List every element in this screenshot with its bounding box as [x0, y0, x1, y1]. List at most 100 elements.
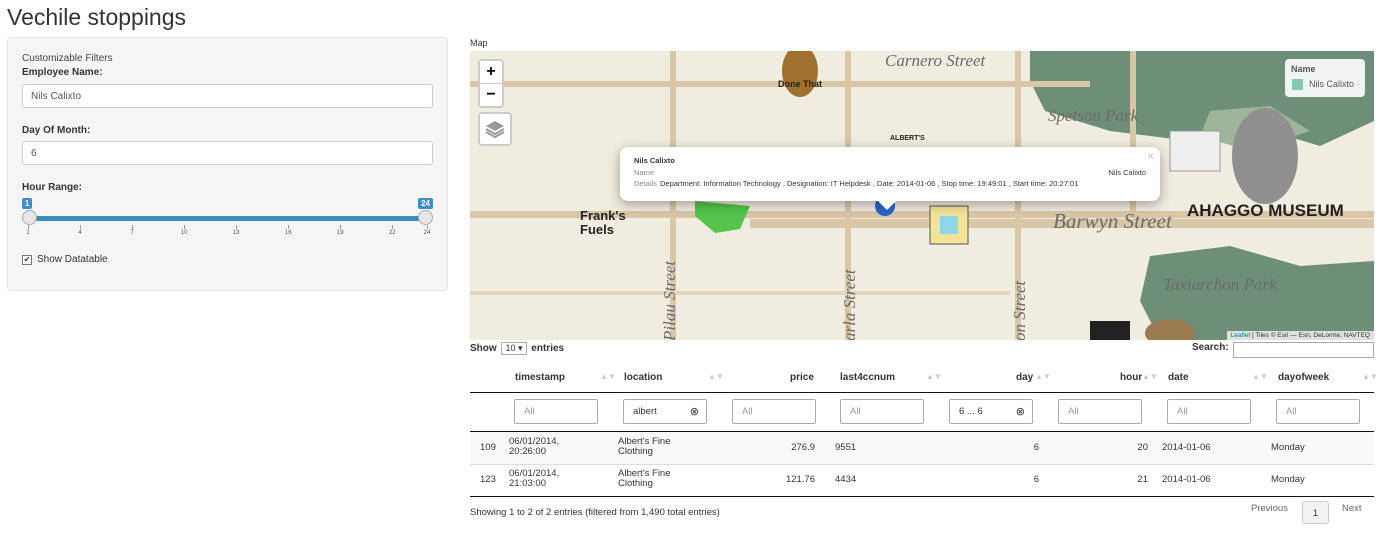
checkbox-icon[interactable]: ✔ [22, 254, 32, 265]
day-filter[interactable]: 6 ... 6 ⊗ [949, 399, 1033, 424]
zoom-control: + − [478, 59, 504, 108]
employee-name-input[interactable]: Nils Calixto [22, 84, 433, 108]
leaflet-link[interactable]: Leaflet [1231, 332, 1251, 339]
sort-icon[interactable]: ▲▼ [708, 372, 724, 381]
column-header[interactable]: location [624, 372, 662, 383]
last4ccnum-cell: 9551 [835, 442, 857, 453]
day-of-month-input[interactable]: 6 [22, 141, 433, 165]
slider-handle-max[interactable] [418, 210, 433, 225]
map-canvas[interactable]: Carnero Street Spetson Park Barwyn Stree… [470, 51, 1374, 340]
filters-caption: Customizable Filters [22, 53, 113, 64]
legend-title: Name [1291, 64, 1316, 74]
sort-icon[interactable]: ▲▼ [1362, 372, 1378, 381]
filter-row: All albert ⊗ All All 6 ... 6 ⊗ All All All [470, 393, 1374, 432]
sort-icon[interactable]: ▲▼ [1252, 372, 1268, 381]
popup-title: Nils Calixto [634, 156, 675, 165]
hour-range-slider[interactable]: 1 24 1 4 7 10 13 16 19 22 24 [22, 198, 433, 242]
date-cell: 2014-01-06 [1162, 442, 1211, 453]
slider-tick [28, 225, 29, 229]
day-cell: 6 [1033, 442, 1039, 453]
street-label: Barwyn Street [1053, 209, 1172, 233]
column-header[interactable]: price [790, 372, 814, 383]
popup-close-icon[interactable]: × [1147, 149, 1154, 163]
row-index: 123 [480, 474, 496, 485]
column-header[interactable]: dayofweek [1278, 372, 1329, 383]
attribution-text: | Tiles © Esri — Esri, DeLorme, NAVTEQ [1250, 332, 1370, 339]
slider-handle-min[interactable] [22, 210, 37, 225]
map-label: Map [470, 38, 488, 48]
map-place-label: ALBERT'S [890, 135, 925, 142]
column-header[interactable]: day [1016, 372, 1033, 383]
location-filter[interactable]: albert ⊗ [623, 399, 707, 424]
hour-filter[interactable]: All [1058, 399, 1142, 424]
column-header[interactable]: hour [1120, 372, 1142, 383]
day-filter-value: 6 ... 6 [959, 406, 983, 417]
sort-icon[interactable]: ▲▼ [1035, 372, 1051, 381]
slider-tick-label: 13 [232, 230, 240, 236]
price-filter[interactable]: All [732, 399, 816, 424]
slider-tick-label: 1 [26, 230, 30, 236]
map-popup: Nils Calixto Name Nils Calixto Details D… [620, 147, 1160, 201]
layers-button[interactable] [478, 112, 512, 146]
day-of-month-label: Day Of Month: [22, 125, 91, 136]
page-length-select[interactable]: 10 ▾ [501, 342, 527, 355]
timestamp-filter[interactable]: All [514, 399, 598, 424]
column-header[interactable]: timestamp [515, 372, 565, 383]
day-cell: 6 [1033, 474, 1039, 485]
slider-tick [80, 225, 82, 229]
timestamp-cell: 06/01/2014, 21:03:00 [509, 468, 560, 489]
legend-value: Nils Calixto [1309, 79, 1355, 89]
slider-tick [288, 225, 290, 229]
location-cell: Albert's Fine Clothing [618, 436, 671, 457]
clear-filter-icon[interactable]: ⊗ [1016, 405, 1025, 418]
slider-ticks: 1 4 7 10 13 16 19 22 24 [26, 225, 430, 237]
page-button-1[interactable]: 1 [1302, 501, 1329, 524]
price-cell: 121.76 [785, 474, 815, 485]
slider-tick [340, 225, 342, 229]
sort-icon[interactable]: ▲▼ [1142, 372, 1158, 381]
hour-max-flag: 24 [418, 198, 433, 209]
hour-min-flag: 1 [22, 198, 33, 209]
street-label: on Street [1010, 280, 1029, 340]
park-label: Taxiarchon Park [1163, 275, 1277, 294]
slider-tick-label: 16 [284, 230, 292, 236]
search-label: Search: [1192, 342, 1229, 353]
sort-icon[interactable]: ▲▼ [926, 372, 942, 381]
show-datatable-toggle[interactable]: ✔ Show Datatable [22, 254, 108, 265]
street-label: Carnero Street [885, 51, 986, 70]
street-label: Pilau Street [660, 260, 679, 340]
popup-details-key: Details [634, 179, 657, 188]
street-label: arla Street [840, 269, 859, 340]
legend-swatch [1292, 79, 1303, 90]
location-filter-value: albert [633, 406, 657, 417]
slider-track[interactable] [28, 216, 427, 221]
slider-tick-label: 22 [388, 230, 396, 236]
map-attribution: Leaflet | Tiles © Esri — Esri, DeLorme, … [1226, 331, 1374, 340]
slider-tick-label: 24 [423, 230, 431, 236]
map-legend: Name Nils Calixto [1285, 59, 1365, 97]
table-header: timestamp ▲▼ location ▲▼ price last4ccnu… [470, 362, 1378, 393]
table-row[interactable]: 109 06/01/2014, 20:26:00 Albert's Fine C… [470, 432, 1374, 465]
hour-range-label: Hour Range: [22, 182, 82, 193]
slider-tick [236, 225, 238, 229]
zoom-out-button[interactable]: − [480, 83, 502, 106]
dayofweek-filter[interactable]: All [1276, 399, 1360, 424]
map-place-label: Frank's Fuels [580, 208, 626, 237]
popup-tip [878, 201, 896, 210]
hour-cell: 21 [1137, 474, 1148, 485]
search-input[interactable] [1233, 342, 1374, 358]
popup-details-value: Department: Information Technology , Des… [660, 179, 1079, 188]
hour-cell: 20 [1137, 442, 1148, 453]
slider-tick-label: 7 [130, 230, 134, 236]
column-header[interactable]: last4ccnum [840, 372, 895, 383]
sort-icon[interactable]: ▲▼ [600, 372, 616, 381]
last4ccnum-filter[interactable]: All [840, 399, 924, 424]
clear-filter-icon[interactable]: ⊗ [690, 405, 699, 418]
next-button[interactable]: Next [1342, 503, 1362, 514]
slider-tick [184, 225, 186, 229]
date-filter[interactable]: All [1167, 399, 1251, 424]
column-header[interactable]: date [1168, 372, 1189, 383]
zoom-in-button[interactable]: + [480, 61, 502, 83]
previous-button[interactable]: Previous [1251, 503, 1288, 514]
table-row[interactable]: 123 06/01/2014, 21:03:00 Albert's Fine C… [470, 464, 1374, 497]
